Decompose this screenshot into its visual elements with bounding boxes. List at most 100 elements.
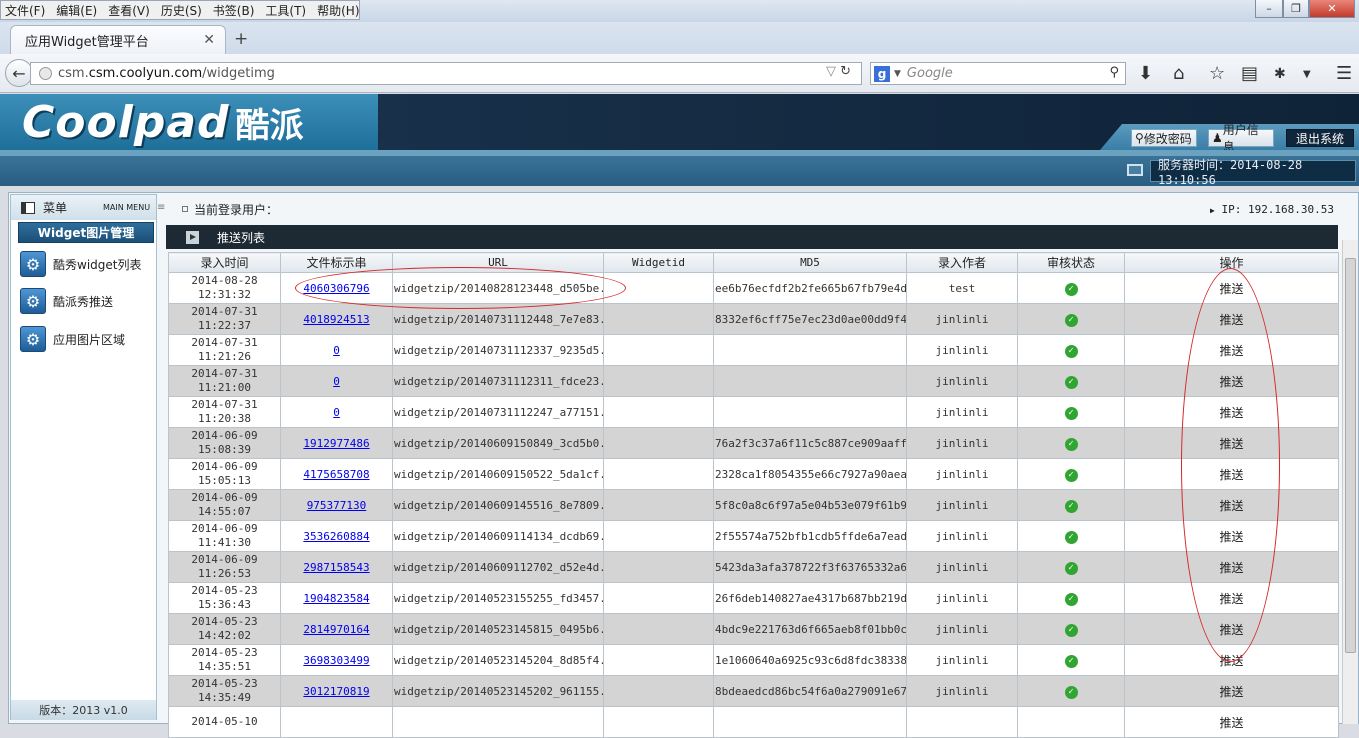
- cell-entry-time: 2014-06-09 15:08:39: [168, 427, 281, 459]
- file-id-link[interactable]: 0: [333, 375, 340, 388]
- sidebar-item-coolpad-push[interactable]: ⚙ 酷派秀推送: [20, 286, 155, 316]
- menu-history[interactable]: 历史(S): [161, 2, 202, 19]
- col-widgetid: Widgetid: [603, 252, 714, 273]
- cell-url: widgetzip/20140731112311_fdce23.zip: [392, 365, 604, 397]
- cell-md5: [713, 706, 907, 738]
- menu-help[interactable]: 帮助(H): [317, 2, 359, 19]
- menu-view[interactable]: 查看(V): [108, 2, 150, 19]
- menu-edit[interactable]: 编辑(E): [56, 2, 97, 19]
- cell-file-id: 3012170819: [280, 675, 393, 707]
- close-tab-icon[interactable]: ✕: [203, 32, 215, 48]
- menu-bookmarks[interactable]: 书签(B): [213, 2, 255, 19]
- cell-md5: [713, 396, 907, 428]
- table-row: 2014-05-23 14:35:49 3012170819 widgetzip/20…: [168, 675, 1339, 707]
- coolpad-logo: Coolpad 酷派: [0, 94, 378, 150]
- cell-widgetid: [603, 706, 714, 738]
- table-row: 2014-07-31 11:21:00 0 widgetzip/20140731112…: [168, 365, 1339, 397]
- sidebar-item-app-image-area[interactable]: ⚙ 应用图片区域: [20, 324, 155, 354]
- google-icon[interactable]: g: [874, 65, 890, 82]
- new-tab-icon[interactable]: +: [234, 29, 248, 49]
- cell-url: widgetzip/20140731112337_9235d5.zip: [392, 334, 604, 366]
- push-action[interactable]: 推送: [1124, 675, 1339, 707]
- entry-date: 2014-06-09: [191, 553, 258, 566]
- cell-url: widgetzip/20140523145815_0495b6.zip: [392, 613, 604, 645]
- file-id-link[interactable]: 0: [333, 406, 340, 419]
- cell-entry-time: 2014-07-31 11:21:00: [168, 365, 281, 397]
- file-id-link[interactable]: 0: [333, 344, 340, 357]
- globe-icon: [39, 67, 52, 80]
- url-path: /widgetimg: [202, 66, 275, 81]
- push-action[interactable]: 推送: [1124, 706, 1339, 738]
- cell-md5: 4bdc9e221763d6f665aeb8f01bb0c13f: [713, 613, 907, 645]
- file-id-link[interactable]: 3012170819: [303, 685, 369, 698]
- cell-url: widgetzip/20140523145202_961155.zip: [392, 675, 604, 707]
- sidebar-section-widget[interactable]: Widget图片管理: [18, 222, 154, 243]
- cell-author: jinlinli: [906, 458, 1018, 490]
- file-id-link[interactable]: 975377130: [307, 499, 367, 512]
- bookmarks-list-icon[interactable]: ▤: [1241, 63, 1258, 84]
- sidebar-item-kuxiu-widget-list[interactable]: ⚙ 酷秀widget列表: [20, 249, 155, 279]
- reload-icon[interactable]: ↻: [840, 64, 851, 79]
- approved-check-icon: ✓: [1064, 561, 1078, 575]
- maximize-icon[interactable]: ❐: [1283, 0, 1309, 18]
- file-id-link[interactable]: 4175658708: [303, 468, 369, 481]
- cell-review-status: [1017, 706, 1125, 738]
- server-time: 服务器时间：2014-08-28 13:10:56: [1150, 158, 1356, 187]
- approved-check-icon: ✓: [1064, 654, 1078, 668]
- cell-entry-time: 2014-05-10: [168, 706, 281, 738]
- vertical-scrollbar[interactable]: [1342, 240, 1358, 724]
- search-icon[interactable]: ⚲: [1109, 65, 1119, 80]
- scrollbar-thumb[interactable]: [1345, 258, 1356, 653]
- file-id-link[interactable]: 1904823584: [303, 592, 369, 605]
- user-info-button[interactable]: ♟ 用户信息: [1208, 123, 1274, 154]
- approved-check-icon: ✓: [1064, 530, 1078, 544]
- approved-check-icon: ✓: [1064, 592, 1078, 606]
- cell-review-status: ✓: [1017, 365, 1125, 397]
- file-id-link[interactable]: 2814970164: [303, 623, 369, 636]
- window-controls: – ❐ ✕: [1255, 0, 1355, 18]
- entry-date: 2014-05-23: [191, 615, 258, 628]
- menu-hamburger-icon[interactable]: ☰: [1336, 63, 1352, 84]
- menu-tools[interactable]: 工具(T): [265, 2, 306, 19]
- cell-review-status: ✓: [1017, 303, 1125, 335]
- browser-tab[interactable]: 应用Widget管理平台 ✕: [10, 25, 226, 55]
- menu-file[interactable]: 文件(F): [5, 2, 45, 19]
- file-id-link[interactable]: 2987158543: [303, 561, 369, 574]
- file-id-link[interactable]: 3536260884: [303, 530, 369, 543]
- col-md5: MD5: [713, 252, 907, 273]
- entry-time: 11:21:00: [198, 381, 251, 394]
- approved-check-icon: ✓: [1064, 685, 1078, 699]
- file-id-link[interactable]: 1912977486: [303, 437, 369, 450]
- home-icon[interactable]: ⌂: [1173, 63, 1184, 84]
- back-button[interactable]: ←: [5, 59, 33, 87]
- logo-text: Coolpad: [22, 96, 230, 148]
- close-window-icon[interactable]: ✕: [1309, 0, 1355, 18]
- bookmark-star-icon[interactable]: ☆: [1209, 63, 1225, 84]
- cell-file-id: 4175658708: [280, 458, 393, 490]
- collapse-icon[interactable]: ≡: [157, 202, 165, 213]
- change-password-button[interactable]: ⚲ 修改密码: [1131, 129, 1197, 147]
- cell-file-id: 0: [280, 334, 393, 366]
- cell-md5: 1e1060640a6925c93c6d8fdc38338358: [713, 644, 907, 676]
- addon-dropdown-icon[interactable]: ▼: [1303, 69, 1311, 80]
- download-icon[interactable]: ⬇: [1138, 63, 1153, 84]
- search-bar[interactable]: g ▼ Google ⚲: [870, 62, 1126, 85]
- entry-time: 14:55:07: [198, 505, 251, 518]
- tab-title: 应用Widget管理平台: [25, 35, 149, 50]
- address-bar[interactable]: csm. csm.coolyun.com/widgetimg: [30, 62, 862, 85]
- search-engine-dropdown-icon[interactable]: ▼: [894, 69, 901, 79]
- cell-review-status: ✓: [1017, 396, 1125, 428]
- dropdown-arrow-icon[interactable]: ▽: [826, 64, 836, 79]
- logout-button[interactable]: 退出系统: [1286, 129, 1354, 147]
- cell-file-id: 4018924513: [280, 303, 393, 335]
- push-list-title: 推送列表: [217, 230, 266, 245]
- file-id-link[interactable]: 4018924513: [303, 313, 369, 326]
- addon-icon[interactable]: ✱: [1274, 66, 1286, 82]
- approved-check-icon: ✓: [1064, 499, 1078, 513]
- file-id-link[interactable]: 3698303499: [303, 654, 369, 667]
- cell-md5: 2f55574a752bfb1cdb5ffde6a7ead4ad: [713, 520, 907, 552]
- sidebar-item-label: 酷秀widget列表: [53, 257, 142, 272]
- minimize-icon[interactable]: –: [1255, 0, 1283, 18]
- cell-author: jinlinli: [906, 427, 1018, 459]
- cell-md5: 5f8c0a8c6f97a5e04b53e079f61b9a90: [713, 489, 907, 521]
